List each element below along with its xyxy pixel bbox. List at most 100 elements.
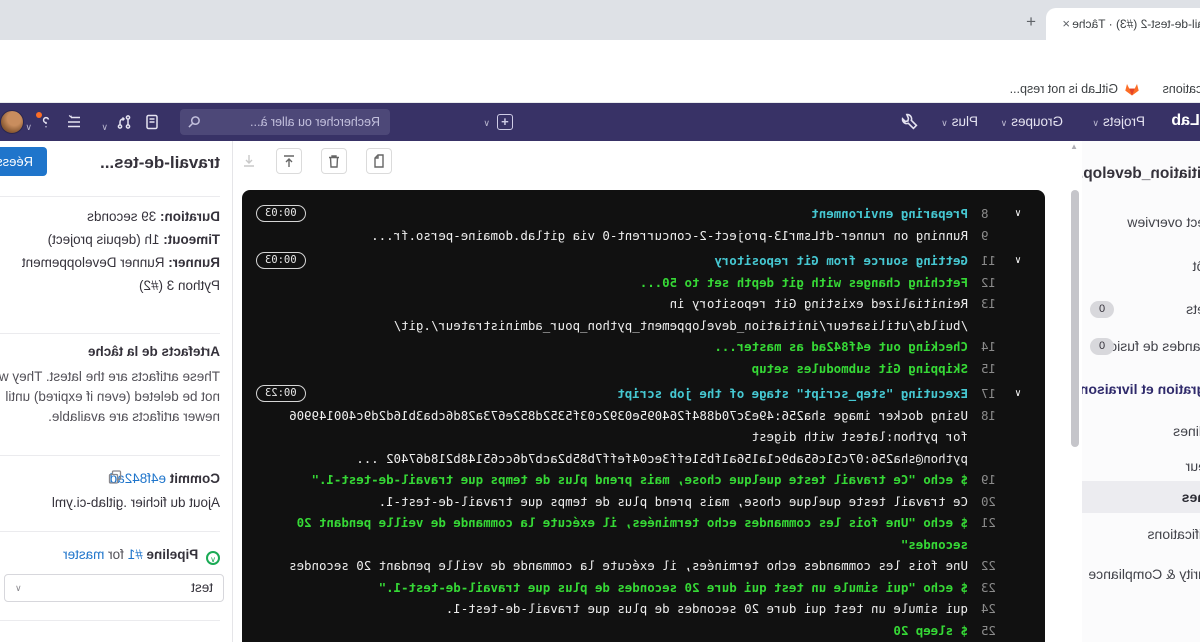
log-line-number[interactable]: 14 xyxy=(981,336,1015,358)
log-line: 23 $ echo "qui simule un test qui dure 20… xyxy=(242,577,1045,599)
commit-row: Commit e4f842ad xyxy=(110,471,220,486)
notification-dot xyxy=(36,112,42,118)
copy-icon[interactable] xyxy=(108,470,122,484)
log-line: 24 qui simule un test qui dure 20 seconde… xyxy=(242,598,1045,620)
duration-badge: 00:03 xyxy=(256,205,306,222)
log-section-title[interactable]: Getting source from Git repository xyxy=(285,250,968,272)
branch-link[interactable]: master xyxy=(63,547,104,562)
job-runner: Runner: Runner Developpement Python 3 (#… xyxy=(0,251,220,297)
sidebar-item-issues[interactable]: Tickets xyxy=(1186,301,1200,317)
chevron-down-icon: ∨ xyxy=(25,118,36,133)
job-title: travail-de-tes... xyxy=(100,153,220,173)
stage-dropdown[interactable]: test ∨ xyxy=(4,574,224,602)
sidebar-item-repository[interactable]: Dépôt xyxy=(1193,258,1200,274)
sidebar-item-pipelines[interactable]: Pipelines xyxy=(1173,423,1200,439)
log-line: 14Checking out e4f842ad as master... xyxy=(242,336,1045,358)
log-line-number[interactable]: 18 xyxy=(981,405,1015,470)
log-line: ∨17 Executing "step_script" stage of the … xyxy=(242,383,1045,405)
log-text: Une fois les commandes echo terminées, i… xyxy=(285,555,968,577)
log-line-number[interactable]: 8 xyxy=(981,203,1015,225)
divider xyxy=(0,455,220,456)
nav-projects[interactable]: Projets∨ xyxy=(1092,114,1145,129)
scroll-to-bottom-button[interactable] xyxy=(236,148,262,174)
log-line-number[interactable]: 25 xyxy=(981,620,1015,642)
log-line-number[interactable]: 22 xyxy=(981,555,1015,577)
sidebar-item-jobs[interactable]: Tâches xyxy=(1182,489,1200,505)
project-sidebar: initiation_develop... Project overview D… xyxy=(1082,141,1200,642)
browser-tab[interactable]: travail-de-test-2 (#3) · Tâches × xyxy=(1046,8,1200,40)
scrollbar-up-arrow[interactable]: ▲ xyxy=(1070,142,1078,151)
trash-icon xyxy=(327,154,341,168)
sidebar-item-merge-requests[interactable]: Demandes de fusion xyxy=(1102,338,1200,354)
log-line: 20Ce travail teste quelque chose, mais p… xyxy=(242,491,1045,513)
new-menu-button[interactable]: + xyxy=(497,114,513,130)
log-line: ∨8 Preparing environment00:03 xyxy=(242,203,1045,225)
log-line: 25 $ sleep 20 xyxy=(242,620,1045,642)
search-input[interactable]: Rechercher ou aller à... xyxy=(180,109,390,135)
issues-count-badge: 0 xyxy=(1090,301,1114,318)
log-line-number[interactable]: 13 xyxy=(981,293,1015,336)
log-line-number[interactable]: 9 xyxy=(981,225,1015,247)
job-meta: Duration: 39 seconds Timeout: 1h (depuis… xyxy=(0,205,220,297)
bookmark-gitlab[interactable]: GitLab is not resp... xyxy=(1010,82,1118,96)
admin-wrench-icon[interactable] xyxy=(901,113,918,130)
log-line: 13Reinitialized existing Git repository … xyxy=(242,293,1045,336)
log-line-number[interactable]: 19 xyxy=(981,469,1015,491)
erase-log-button[interactable] xyxy=(321,148,347,174)
chevron-down-icon: ∨ xyxy=(483,118,490,129)
log-line-number[interactable]: 12 xyxy=(981,272,1015,294)
issues-icon[interactable] xyxy=(144,114,160,130)
retry-button[interactable]: Réessayer xyxy=(0,147,47,176)
sidebar-item-editor[interactable]: Éditeur xyxy=(1186,458,1200,474)
sidebar-item-schedules[interactable]: Planifications xyxy=(1148,526,1200,542)
raw-log-button[interactable] xyxy=(366,148,392,174)
pipeline-link[interactable]: #1 xyxy=(128,547,143,562)
log-line: 12Fetching changes with git depth set to… xyxy=(242,272,1045,294)
log-section-title[interactable]: Executing "step_script" stage of the job… xyxy=(285,383,968,405)
close-icon[interactable]: × xyxy=(1062,16,1070,31)
log-section-title[interactable]: Preparing environment xyxy=(285,203,968,225)
sidebar-section-cicd[interactable]: Intégration et livraison continues xyxy=(1082,381,1200,397)
job-log[interactable]: ∨8Preparing environment00:03 9Running on… xyxy=(242,190,1045,642)
merge-requests-icon[interactable] xyxy=(116,114,132,130)
sidebar-item-overview[interactable]: Project overview xyxy=(1127,214,1200,230)
log-line-number[interactable]: 24 xyxy=(981,598,1015,620)
chevron-down-icon[interactable]: ∨ xyxy=(1015,250,1045,272)
search-icon xyxy=(188,115,201,128)
divider xyxy=(0,196,220,197)
log-line-number[interactable]: 21 xyxy=(981,512,1015,555)
log-text: $ sleep 20 xyxy=(285,620,968,642)
todos-icon[interactable] xyxy=(66,114,82,130)
artifacts-text: These artifacts are the latest. They wil… xyxy=(0,367,220,427)
log-text: Running on runner-dtLsmr13-project-2-con… xyxy=(285,225,968,247)
log-line: 18Using docker image sha256:49e3c70d884f… xyxy=(242,405,1045,470)
file-icon xyxy=(372,154,386,168)
pipeline-status-icon[interactable]: ∨ xyxy=(206,551,220,565)
nav-more[interactable]: Plus∨ xyxy=(941,114,978,129)
log-text: qui simule un test qui dure 20 secondes … xyxy=(285,598,968,620)
gitlab-logo[interactable]: GitLab xyxy=(1171,112,1200,130)
log-line-number[interactable]: 11 xyxy=(981,250,1015,272)
log-line-number[interactable]: 23 xyxy=(981,577,1015,599)
log-line: 9 Running on runner-dtLsmr13-project-2-co… xyxy=(242,225,1045,247)
scroll-to-top-button[interactable] xyxy=(276,148,302,174)
log-line-number[interactable]: 20 xyxy=(981,491,1015,513)
log-line-number[interactable]: 15 xyxy=(981,358,1015,380)
sidebar-project-title[interactable]: initiation_develop... xyxy=(1082,165,1200,183)
artifacts-title: Artefacts de la tâche xyxy=(88,344,220,359)
chevron-down-icon[interactable]: ∨ xyxy=(1015,383,1045,405)
log-text: $ echo "qui simule un test qui dure 20 s… xyxy=(285,577,968,599)
log-line-number[interactable]: 17 xyxy=(981,383,1015,405)
log-text: $ echo "Une fois les commandes echo term… xyxy=(285,512,968,555)
chevron-down-icon: ∨ xyxy=(15,583,22,594)
nav-groups[interactable]: Groupes∨ xyxy=(1001,114,1063,129)
log-line: 22 Une fois les commandes echo terminées,… xyxy=(242,555,1045,577)
new-tab-button[interactable]: + xyxy=(1026,12,1036,32)
browser-window: travail-de-test-2 (#3) · Tâches × + ⟳ No… xyxy=(0,0,1200,642)
bookmark-applications[interactable]: Applications xyxy=(1163,82,1200,96)
chevron-down-icon[interactable]: ∨ xyxy=(1015,203,1045,225)
sidebar-section-security[interactable]: Security & Compliance xyxy=(1088,566,1200,582)
job-sidebar-panel: travail-de-tes... Réessayer Duration: 39… xyxy=(0,141,233,642)
avatar[interactable] xyxy=(0,110,24,134)
sidebar-scrollbar[interactable] xyxy=(1071,190,1079,447)
